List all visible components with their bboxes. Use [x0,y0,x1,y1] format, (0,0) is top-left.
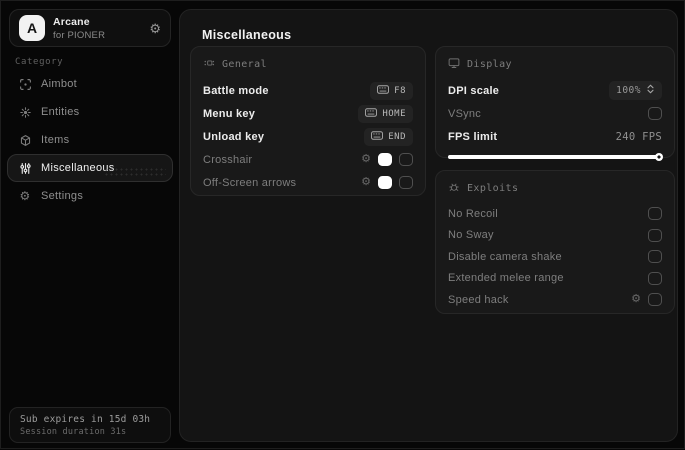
gear-icon[interactable]: ⚙ [631,294,641,305]
extended-melee-range-checkbox[interactable] [648,271,662,285]
category-label: Category [15,57,64,67]
speed-hack-label: Speed hack [448,293,509,306]
display-section-header: Display [448,56,662,72]
fps-limit-row: FPS limit 240 FPS [448,125,662,148]
menu-key-label: Menu key [203,107,256,120]
keyboard-icon [371,130,384,143]
main-panel: Miscellaneous General Battle mode F8 Men… [179,9,678,442]
general-section-header: General [203,56,413,72]
sidebar: A Arcane for PIONER ⚙ Category Aimbot En… [1,1,179,450]
app-title-block: Arcane for PIONER [53,16,105,41]
dpi-scale-value: 100% [616,85,641,96]
app-subtitle: for PIONER [53,29,106,41]
sidebar-item-label: Settings [41,190,84,202]
package-icon [18,134,32,147]
monitor-icon [448,57,460,72]
offscreen-arrows-row: Off-Screen arrows ⚙ [203,171,413,194]
keyboard-icon [377,84,390,97]
sidebar-item-label: Items [41,134,70,146]
battle-mode-row: Battle mode F8 [203,79,413,102]
no-sway-label: No Sway [448,229,494,242]
no-recoil-checkbox[interactable] [648,207,662,221]
keybind-value: HOME [382,108,406,119]
unload-key-label: Unload key [203,130,265,143]
app-name: Arcane [53,15,90,28]
entities-icon [18,106,32,119]
no-recoil-label: No Recoil [448,207,498,220]
sidebar-item-label: Aimbot [41,78,78,90]
crosshair-row: Crosshair ⚙ [203,148,413,171]
speed-hack-row: Speed hack ⚙ [448,289,662,311]
fps-limit-label: FPS limit [448,130,498,143]
gear-icon[interactable]: ⚙ [361,154,371,165]
general-section-label: General [222,58,267,70]
disable-camera-shake-label: Disable camera shake [448,250,562,263]
crosshair-color-swatch[interactable] [378,153,392,166]
sliders-icon [18,162,32,175]
dpi-scale-select[interactable]: 100% [609,81,662,100]
exploits-section-header: Exploits [448,180,662,196]
disable-camera-shake-checkbox[interactable] [648,250,662,264]
no-sway-row: No Sway [448,225,662,247]
sidebar-item-entities[interactable]: Entities [7,98,173,126]
gear-icon[interactable]: ⚙ [149,22,161,35]
vsync-checkbox[interactable] [648,107,662,120]
vsync-label: VSync [448,107,482,120]
list-grid-icon [203,57,215,72]
subscription-info-card: Sub expires in 15d 03h Session duration … [9,407,171,443]
no-sway-checkbox[interactable] [648,228,662,242]
keybind-value: F8 [394,85,406,96]
crosshair-checkbox[interactable] [399,153,413,166]
speed-hack-checkbox[interactable] [648,293,662,307]
offscreen-arrows-checkbox[interactable] [399,176,413,189]
sidebar-item-items[interactable]: Items [7,126,173,154]
exploits-card: Exploits No Recoil No Sway Disable camer… [435,170,675,314]
slider-fill [448,155,662,159]
dpi-scale-label: DPI scale [448,84,500,97]
disable-camera-shake-row: Disable camera shake [448,246,662,268]
extended-melee-range-row: Extended melee range [448,268,662,290]
crosshair-label: Crosshair [203,153,253,166]
sidebar-item-miscellaneous[interactable]: Miscellaneous [7,154,173,182]
battle-mode-label: Battle mode [203,84,269,97]
unload-key-keybind[interactable]: END [364,127,413,146]
gear-icon[interactable]: ⚙ [361,177,371,188]
menu-key-keybind[interactable]: HOME [358,104,413,123]
slider-knob[interactable] [655,153,663,161]
bug-icon [448,181,460,196]
fps-limit-slider[interactable] [448,153,663,161]
offscreen-arrows-color-swatch[interactable] [378,176,392,189]
exploits-section-label: Exploits [467,182,519,194]
extended-melee-range-label: Extended melee range [448,272,564,285]
sub-expires-text: Sub expires in 15d 03h [20,413,151,425]
sidebar-nav: Aimbot Entities Items Miscellaneous ⚙ Se… [7,70,173,210]
vsync-row: VSync [448,102,662,125]
keyboard-icon [365,107,378,120]
dpi-scale-row: DPI scale 100% [448,79,662,102]
sidebar-item-settings[interactable]: ⚙ Settings [7,182,173,210]
page-title: Miscellaneous [202,28,292,42]
sidebar-item-label: Miscellaneous [41,162,115,174]
keybind-value: END [388,131,406,142]
app-header-card: A Arcane for PIONER ⚙ [9,9,171,47]
app-logo: A [19,15,45,41]
sidebar-item-label: Entities [41,106,80,118]
no-recoil-row: No Recoil [448,203,662,225]
general-card: General Battle mode F8 Menu key HOME Unl… [190,46,426,196]
session-duration-text: Session duration 31s [20,426,127,437]
display-section-label: Display [467,58,512,70]
unload-key-row: Unload key END [203,125,413,148]
menu-key-row: Menu key HOME [203,102,413,125]
sidebar-item-aimbot[interactable]: Aimbot [7,70,173,98]
display-card: Display DPI scale 100% VSync FPS limit 2… [435,46,675,161]
crosshair-scan-icon [18,78,32,91]
offscreen-arrows-label: Off-Screen arrows [203,176,297,189]
fps-limit-value: 240 FPS [615,130,662,143]
battle-mode-keybind[interactable]: F8 [370,81,413,100]
gear-icon: ⚙ [19,189,31,203]
arcane-menu-window: { "app": { "name": "Arcane", "subtitle":… [0,0,685,449]
unfold-icon [646,84,655,97]
